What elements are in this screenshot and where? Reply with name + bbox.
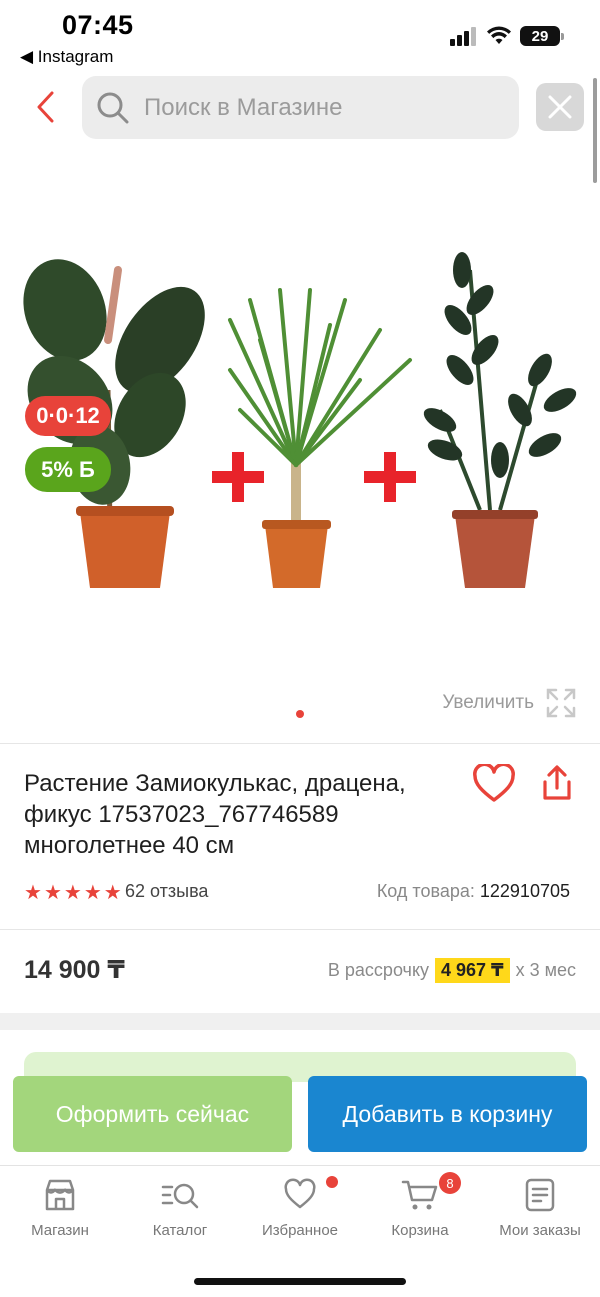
zamioculcas-plant: [423, 252, 577, 588]
sku-value: 122910705: [479, 881, 570, 901]
close-button[interactable]: [536, 83, 584, 131]
divider: [0, 743, 600, 744]
section-separator: [0, 1013, 600, 1030]
notification-dot: [326, 1176, 338, 1188]
zoom-button[interactable]: Увеличить: [442, 688, 576, 718]
back-button[interactable]: [28, 90, 62, 124]
close-icon: [548, 95, 572, 119]
dracaena-plant: [228, 288, 412, 588]
add-to-cart-button[interactable]: Добавить в корзину: [308, 1076, 587, 1152]
chevron-left-icon: [37, 91, 54, 123]
tab-catalog[interactable]: Каталог: [120, 1178, 240, 1239]
expand-icon: [546, 688, 576, 718]
price: 14 900 ₸: [24, 956, 125, 984]
favorite-button[interactable]: [472, 762, 516, 809]
status-time: 07:45: [62, 10, 134, 40]
heart-icon: [473, 762, 515, 802]
share-button[interactable]: [537, 764, 577, 809]
bonus-badge: 5% Б: [25, 447, 111, 492]
tab-label: Мои заказы: [499, 1222, 581, 1239]
orders-icon: [525, 1178, 555, 1212]
sku: Код товара: 122910705: [377, 881, 570, 902]
catalog-search-icon: [161, 1183, 199, 1209]
plus-sign-1: [212, 452, 264, 502]
star-icon: ★: [43, 882, 62, 904]
product-title: Растение Замиокулькас, драцена, фикус 17…: [24, 770, 406, 859]
signal-icon: [450, 27, 476, 46]
store-icon: [45, 1179, 75, 1211]
installment-badge: 0·0·12: [25, 396, 111, 436]
bottom-tab-bar: Магазин Каталог Избранное Корзина 8 Мои …: [0, 1165, 600, 1256]
tab-label: Магазин: [31, 1222, 89, 1239]
gallery-dot-active[interactable]: [296, 710, 304, 718]
status-icons: 29: [450, 26, 564, 46]
star-icon: ★: [63, 882, 82, 904]
star-icon: ★: [103, 882, 122, 904]
heart-icon: [284, 1178, 316, 1209]
star-icon: ★: [83, 882, 102, 904]
tab-label: Избранное: [261, 1222, 339, 1239]
search-bar[interactable]: Поиск в Магазине: [82, 76, 519, 139]
tab-favorites[interactable]: Избранное: [240, 1176, 360, 1239]
battery-indicator: 29: [520, 26, 564, 46]
installment-amount: 4 967 ₸: [435, 958, 510, 983]
installment-info: В рассрочку 4 967 ₸ х 3 мес: [328, 958, 576, 983]
installment-label: В рассрочку: [327, 960, 430, 980]
cart-count-badge: 8: [439, 1172, 461, 1194]
search-icon: [97, 92, 129, 123]
share-icon: [543, 765, 571, 800]
tab-label: Корзина: [391, 1222, 449, 1239]
wifi-icon: [487, 26, 511, 44]
back-to-app-link[interactable]: ◀ Instagram: [20, 47, 113, 67]
sku-label: Код товара:: [376, 881, 475, 901]
tab-orders[interactable]: Мои заказы: [480, 1178, 600, 1239]
tab-store[interactable]: Магазин: [0, 1178, 120, 1239]
scrollbar[interactable]: [593, 78, 597, 183]
divider: [0, 929, 600, 930]
rating-stars: ★ ★ ★ ★ ★: [24, 880, 122, 905]
zoom-label: Увеличить: [442, 692, 534, 713]
star-icon: ★: [24, 882, 42, 904]
cart-icon: [401, 1180, 438, 1210]
search-placeholder: Поиск в Магазине: [144, 93, 343, 121]
home-indicator: [194, 1278, 406, 1285]
tab-cart[interactable]: Корзина 8: [360, 1172, 480, 1239]
tab-label: Каталог: [152, 1222, 208, 1239]
reviews-link[interactable]: 62 отзыва: [125, 881, 208, 902]
order-now-button[interactable]: Оформить сейчас: [13, 1076, 292, 1152]
installment-term: х 3 мес: [515, 960, 576, 980]
plus-sign-2: [364, 452, 416, 502]
